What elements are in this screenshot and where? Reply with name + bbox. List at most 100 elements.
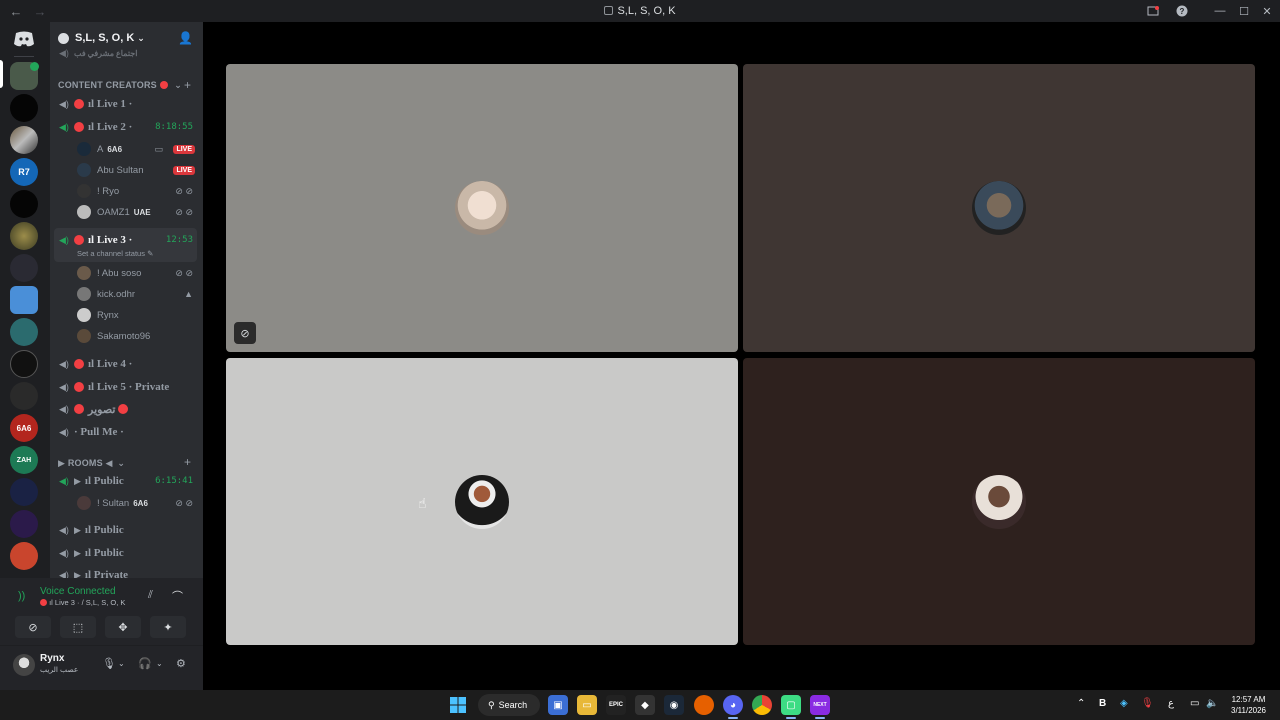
server-icon-8[interactable]	[10, 286, 38, 314]
voice-user[interactable]: OAMZ1 UAE ⊘ ⊘	[77, 202, 203, 222]
search-icon: ⚲	[488, 699, 495, 710]
microphone-icon[interactable]: 🎙	[102, 657, 116, 670]
help-icon[interactable]: ?	[1169, 0, 1195, 22]
server-icon-15[interactable]	[10, 510, 38, 538]
channel-name: تصوير	[88, 403, 116, 416]
category-rooms[interactable]: ▶ ROOMS ◀ ⌄	[58, 458, 125, 469]
camera-off-button[interactable]: ⊘	[15, 616, 51, 638]
inbox-icon[interactable]	[1140, 0, 1166, 22]
server-icon-14[interactable]	[10, 478, 38, 506]
voice-user[interactable]: Rynx	[77, 305, 203, 325]
room-public-2[interactable]: ◀) ▶ ıl Public	[50, 520, 203, 540]
play-icon: ▶	[74, 569, 81, 579]
volume-icon[interactable]: 🔈	[1206, 698, 1218, 709]
user-name[interactable]: Rynx	[40, 653, 64, 664]
user-name: A	[97, 143, 104, 155]
start-icon[interactable]	[448, 695, 468, 715]
server-icon-3[interactable]	[10, 126, 38, 154]
next-label: NEXT	[813, 702, 827, 708]
video-tile-4[interactable]	[743, 358, 1255, 645]
channel-live-2[interactable]: ◀) ıl Live 2 · 8:18:55	[50, 117, 203, 137]
server-icon-7[interactable]	[10, 254, 38, 282]
voice-user[interactable]: Sakamoto96	[77, 326, 203, 346]
channel-pull-me[interactable]: ◀) · Pull Me ·	[50, 422, 203, 442]
voice-user[interactable]: A 6A6 ▭ LIVE	[77, 139, 203, 159]
taskbar-search[interactable]: ⚲ Search	[478, 694, 540, 716]
chevron-down-icon[interactable]: ⌄	[118, 659, 125, 668]
tray-mic-icon[interactable]: 🎙	[1141, 698, 1154, 709]
live-badge: LIVE	[173, 144, 195, 154]
headphones-icon[interactable]: 🎧	[138, 657, 152, 670]
user-tag: 6A6	[107, 144, 123, 154]
store-icon[interactable]: ▣	[548, 695, 568, 715]
red-dot-icon	[159, 81, 168, 89]
room-private[interactable]: ◀) ▶ ıl Private	[50, 565, 203, 578]
server-icon-11[interactable]	[10, 382, 38, 410]
video-tile-2[interactable]	[743, 64, 1255, 352]
activities-button[interactable]: ✥	[105, 616, 141, 638]
server-icon-9[interactable]	[10, 318, 38, 346]
server-icon-zah[interactable]: ZAH	[10, 446, 38, 474]
noise-suppression-icon[interactable]: ⫽	[148, 589, 153, 602]
channel-live-3[interactable]: ◀) ıl Live 3 · 12:53	[50, 230, 203, 250]
chevron-down-icon[interactable]: ⌄	[156, 659, 163, 668]
voice-user[interactable]: Abu Sultan LIVE	[77, 160, 203, 180]
android-icon[interactable]: ▢	[781, 695, 801, 715]
gear-icon[interactable]: ⚙	[176, 657, 186, 670]
server-icon-r7[interactable]: R7	[10, 158, 38, 186]
voice-channel-label[interactable]: ıl Live 3 · / S,L, S, O, K	[40, 598, 125, 607]
server-icon-6[interactable]	[10, 222, 38, 250]
server-icon-5[interactable]	[10, 190, 38, 218]
minimize-icon[interactable]: —	[1207, 0, 1233, 22]
server-icon-10[interactable]	[10, 350, 38, 378]
voice-user[interactable]: ! Ryo ⊘ ⊘	[77, 181, 203, 201]
channel-status[interactable]: Set a channel status ✎	[77, 249, 153, 258]
disconnect-icon[interactable]: ⌒	[172, 588, 183, 604]
video-tile-3[interactable]	[226, 358, 738, 645]
faded-channel[interactable]: ◀) اجتماع مشرفي فب	[50, 48, 203, 58]
file-explorer-icon[interactable]: ▭	[577, 695, 597, 715]
channel-photo[interactable]: ◀) تصوير	[50, 399, 203, 419]
voice-user[interactable]: ! Abu soso ⊘ ⊘	[77, 263, 203, 283]
add-channel-icon[interactable]: +	[184, 455, 191, 469]
voice-user[interactable]: ! Sultan 6A6 ⊘ ⊘	[77, 493, 203, 513]
room-public-1[interactable]: ◀) ▶ ıl Public 6:15:41	[50, 471, 203, 491]
epic-games-icon[interactable]: EPIC	[606, 695, 626, 715]
video-tile-1[interactable]: ⊘	[226, 64, 738, 352]
steam-icon[interactable]: ◉	[664, 695, 684, 715]
screen-share-button[interactable]: ⬚	[60, 616, 96, 638]
tray-language[interactable]: ع	[1168, 698, 1174, 709]
red-dot-icon	[74, 359, 84, 369]
taskbar: ⚲ Search ▣ ▭ EPIC ◆ ◉ ◕ ▢ NEXT ⌃ B ◈ 🎙 ع…	[0, 690, 1280, 720]
firefox-icon[interactable]	[694, 695, 714, 715]
wifi-icon[interactable]: ▭	[1190, 698, 1199, 709]
tray-chevron-up-icon[interactable]: ⌃	[1077, 698, 1085, 709]
discord-icon[interactable]: ◕	[723, 695, 743, 715]
signal-icon[interactable]: ))	[18, 590, 25, 602]
add-channel-icon[interactable]: +	[184, 78, 191, 92]
avatar[interactable]	[13, 654, 35, 676]
invite-icon[interactable]: 👤	[178, 31, 193, 45]
server-icon-2[interactable]	[10, 94, 38, 122]
category-content-creators[interactable]: CONTENT CREATORS ⌄	[58, 80, 182, 91]
voice-connected-label[interactable]: Voice Connected	[40, 586, 116, 597]
clock[interactable]: 12:57 AM 3/11/2026	[1231, 694, 1266, 716]
play-icon: ▶	[74, 547, 81, 558]
discord-home-icon[interactable]	[12, 30, 36, 48]
tray-app-icon[interactable]: B	[1099, 698, 1106, 709]
unity-icon[interactable]: ◆	[635, 695, 655, 715]
notification-badge	[30, 62, 39, 71]
room-public-3[interactable]: ◀) ▶ ıl Public	[50, 543, 203, 563]
close-icon[interactable]: ✕	[1254, 0, 1280, 22]
chrome-icon[interactable]	[752, 695, 772, 715]
next-app-icon[interactable]: NEXT	[810, 695, 830, 715]
server-icon-16[interactable]	[10, 542, 38, 570]
soundboard-button[interactable]: ✦	[150, 616, 186, 638]
speaker-icon: ◀)	[59, 382, 69, 392]
tray-network-app-icon[interactable]: ◈	[1120, 698, 1128, 709]
channel-live-1[interactable]: ◀) ıl Live 1 ·	[50, 94, 203, 114]
channel-live-4[interactable]: ◀) ıl Live 4 ·	[50, 354, 203, 374]
channel-live-5[interactable]: ◀) ıl Live 5 · Private	[50, 377, 203, 397]
voice-user[interactable]: kick.odhr ▲	[77, 284, 203, 304]
server-icon-6a6[interactable]: 6A6	[10, 414, 38, 442]
